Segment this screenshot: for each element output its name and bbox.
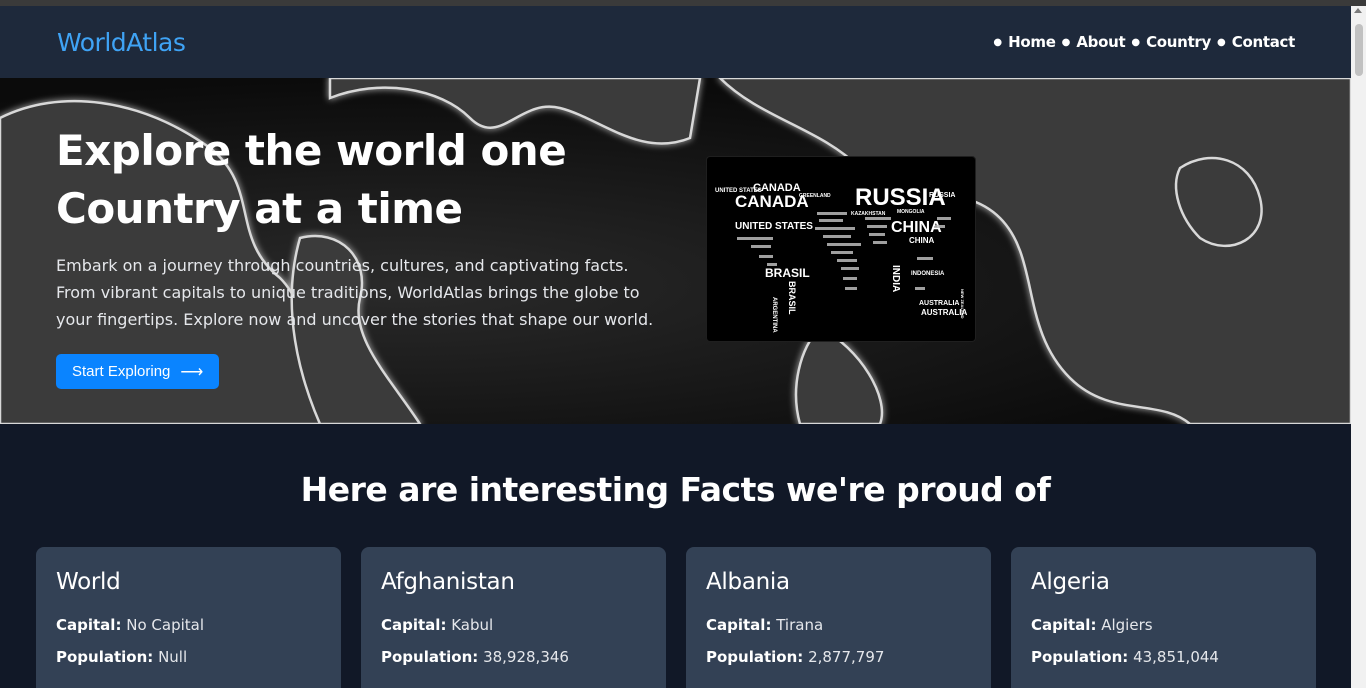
map-word: CHINA	[891, 219, 942, 236]
country-card[interactable]: Albania Capital: Tirana Population: 2,87…	[686, 547, 991, 688]
scrollbar-thumb[interactable]	[1355, 24, 1363, 76]
map-word: AUSTRALIA	[919, 300, 959, 307]
nav-link-about[interactable]: About	[1076, 33, 1125, 51]
page-scrollbar[interactable]	[1351, 6, 1366, 688]
hero-section: Explore the world one Country at a time …	[0, 78, 1351, 424]
capital-row: Capital: Algiers	[1031, 609, 1296, 641]
population-row: Population: 2,877,797	[706, 641, 971, 673]
population-row: Population: 43,851,044	[1031, 641, 1296, 673]
map-word: MONGOLIA	[897, 209, 925, 215]
map-word: UNITED STATES	[735, 221, 813, 232]
population-row: Population: Null	[56, 641, 321, 673]
map-word: INDIA	[890, 265, 901, 292]
start-exploring-button[interactable]: Start Exploring ⟶	[56, 354, 220, 389]
capital-value: Tirana	[776, 616, 824, 634]
nav-link-contact[interactable]: Contact	[1232, 33, 1296, 51]
nav-bullet-icon: ●	[993, 36, 1003, 48]
facts-section: Here are interesting Facts we're proud o…	[0, 424, 1351, 688]
facts-title: Here are interesting Facts we're proud o…	[300, 470, 1051, 509]
nav-bullet-icon: ●	[1131, 36, 1141, 48]
page: WorldAtlas ● Home ● About ● Country ● Co…	[0, 6, 1351, 688]
population-value: Null	[158, 648, 188, 666]
capital-label: Capital:	[706, 616, 772, 634]
capital-row: Capital: Kabul	[381, 609, 646, 641]
country-card[interactable]: Afghanistan Capital: Kabul Population: 3…	[361, 547, 666, 688]
hero-description: Embark on a journey through countries, c…	[56, 256, 654, 329]
country-name: World	[56, 569, 121, 595]
hero-title: Explore the world one Country at a time	[56, 122, 676, 238]
population-label: Population:	[56, 648, 154, 666]
nav-link-country[interactable]: Country	[1146, 33, 1211, 51]
map-word: BRASIL	[765, 266, 810, 280]
capital-row: Capital: Tirana	[706, 609, 971, 641]
country-name: Algeria	[1031, 569, 1110, 595]
nav-bullet-icon: ●	[1217, 36, 1226, 48]
population-value: 38,928,346	[483, 648, 569, 666]
capital-value: Algiers	[1101, 616, 1153, 634]
map-word: NEW ZEALAND	[960, 289, 965, 319]
population-value: 2,877,797	[808, 648, 885, 666]
scroll-up-arrow-icon[interactable]	[1354, 8, 1362, 13]
population-label: Population:	[706, 648, 804, 666]
country-card[interactable]: Algeria Capital: Algiers Population: 43,…	[1011, 547, 1316, 688]
map-word: INDONESIA	[911, 271, 945, 277]
population-value: 43,851,044	[1133, 648, 1219, 666]
map-word: BRASIL	[787, 281, 797, 315]
hero-content: Explore the world one Country at a time …	[56, 122, 676, 389]
capital-value: Kabul	[451, 616, 494, 634]
population-row: Population: 38,928,346	[381, 641, 646, 673]
map-word: KAZAKHSTAN	[851, 211, 886, 217]
country-cards: World Capital: No Capital Population: Nu…	[0, 547, 1351, 688]
country-name: Afghanistan	[381, 569, 515, 595]
hero-title-line1: Explore the world one	[56, 126, 567, 175]
population-label: Population:	[381, 648, 479, 666]
map-word: CANADA	[735, 192, 809, 211]
capital-label: Capital:	[1031, 616, 1097, 634]
map-word: GREENLAND	[799, 193, 831, 199]
map-word: ARGENTINA	[771, 297, 777, 333]
world-word-map-graphic: UNITED STATES CANADA CANADA UNITED STATE…	[715, 182, 967, 333]
nav-bullet-icon: ●	[1061, 36, 1071, 48]
hero-title-line2: Country at a time	[56, 184, 463, 233]
map-word: RUSSIA	[929, 192, 955, 199]
main-nav: ● Home ● About ● Country ● Contact	[987, 33, 1295, 51]
nav-link-home[interactable]: Home	[1008, 33, 1056, 51]
population-label: Population:	[1031, 648, 1129, 666]
site-header: WorldAtlas ● Home ● About ● Country ● Co…	[0, 6, 1351, 78]
capital-row: Capital: No Capital	[56, 609, 321, 641]
site-logo[interactable]: WorldAtlas	[57, 28, 186, 57]
capital-value: No Capital	[126, 616, 204, 634]
country-name: Albania	[706, 569, 790, 595]
capital-label: Capital:	[56, 616, 122, 634]
capital-label: Capital:	[381, 616, 447, 634]
start-exploring-label: Start Exploring	[72, 363, 171, 380]
world-word-map-image: UNITED STATES CANADA CANADA UNITED STATE…	[706, 156, 976, 342]
arrow-right-icon: ⟶	[180, 363, 204, 381]
map-word: CHINA	[909, 236, 935, 245]
country-card[interactable]: World Capital: No Capital Population: Nu…	[36, 547, 341, 688]
